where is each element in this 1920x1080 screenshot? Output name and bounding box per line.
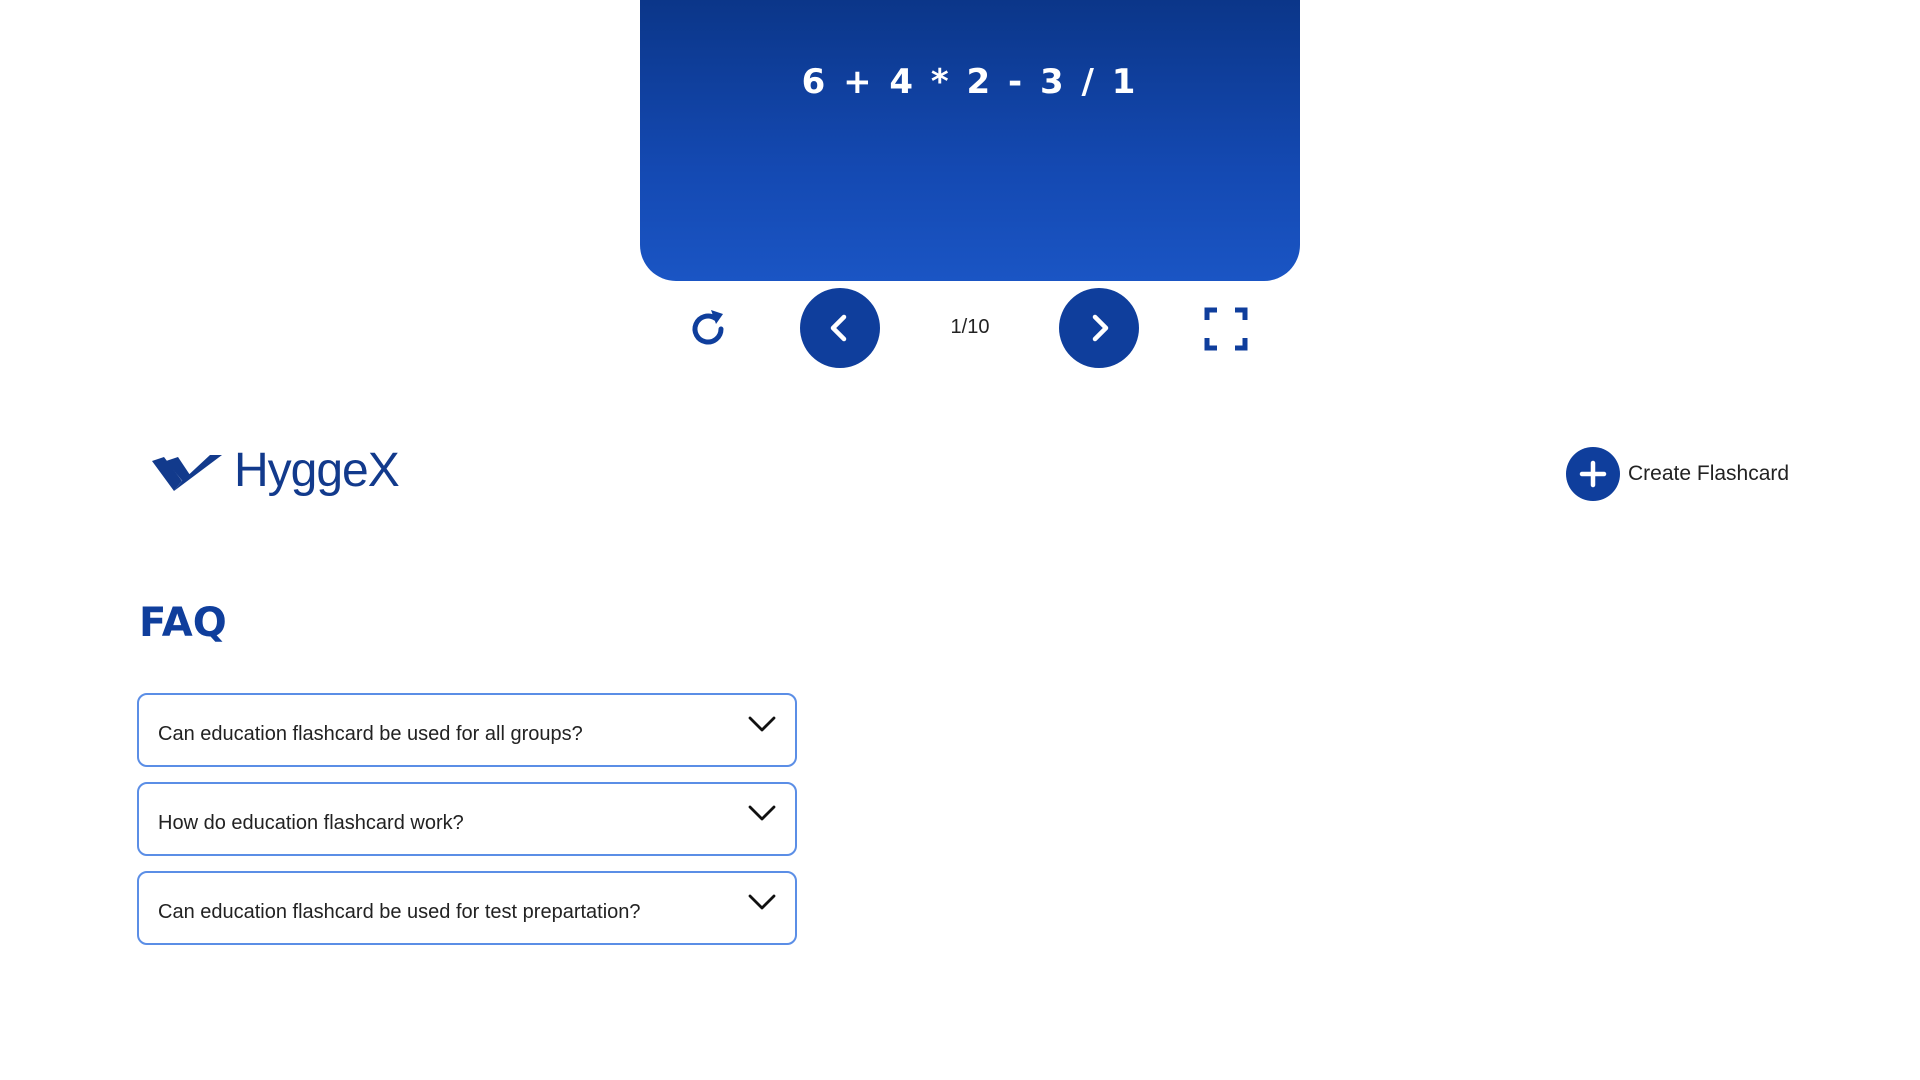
flashcard-content: 6 + 4 * 2 - 3 / 1 — [801, 62, 1139, 102]
faq-list: Can education flashcard be used for all … — [137, 693, 797, 960]
hyggex-logo[interactable]: HyggeX — [152, 440, 400, 500]
restart-button[interactable] — [685, 306, 731, 352]
logo-text: HyggeX — [234, 443, 400, 497]
faq-item[interactable]: Can education flashcard be used for test… — [137, 871, 797, 945]
create-flashcard-button[interactable]: Create Flashcard — [1566, 446, 1789, 502]
faq-question: Can education flashcard be used for test… — [158, 900, 641, 923]
chevron-right-icon — [1092, 314, 1109, 342]
page: 6 + 4 * 2 - 3 / 1 1/10 HyggeX Create Fla… — [0, 0, 1920, 1080]
flashcard-controls: 1/10 — [640, 288, 1300, 368]
previous-card-button[interactable] — [800, 288, 880, 368]
faq-item[interactable]: How do education flashcard work? — [137, 782, 797, 856]
chevron-down-icon — [748, 716, 776, 732]
create-flashcard-label: Create Flashcard — [1628, 462, 1790, 485]
fullscreen-button[interactable] — [1203, 306, 1249, 352]
faq-question: How do education flashcard work? — [158, 811, 464, 834]
fullscreen-icon — [1204, 307, 1248, 351]
hyggex-logo-icon — [152, 455, 222, 491]
card-counter: 1/10 — [950, 316, 990, 338]
faq-title: FAQ — [139, 600, 227, 646]
faq-item[interactable]: Can education flashcard be used for all … — [137, 693, 797, 767]
flashcard[interactable]: 6 + 4 * 2 - 3 / 1 — [640, 0, 1300, 281]
restart-icon — [692, 310, 724, 345]
faq-question: Can education flashcard be used for all … — [158, 722, 583, 745]
plus-icon — [1566, 447, 1620, 501]
chevron-down-icon — [748, 805, 776, 821]
chevron-left-icon — [830, 314, 847, 342]
next-card-button[interactable] — [1059, 288, 1139, 368]
chevron-down-icon — [748, 894, 776, 910]
